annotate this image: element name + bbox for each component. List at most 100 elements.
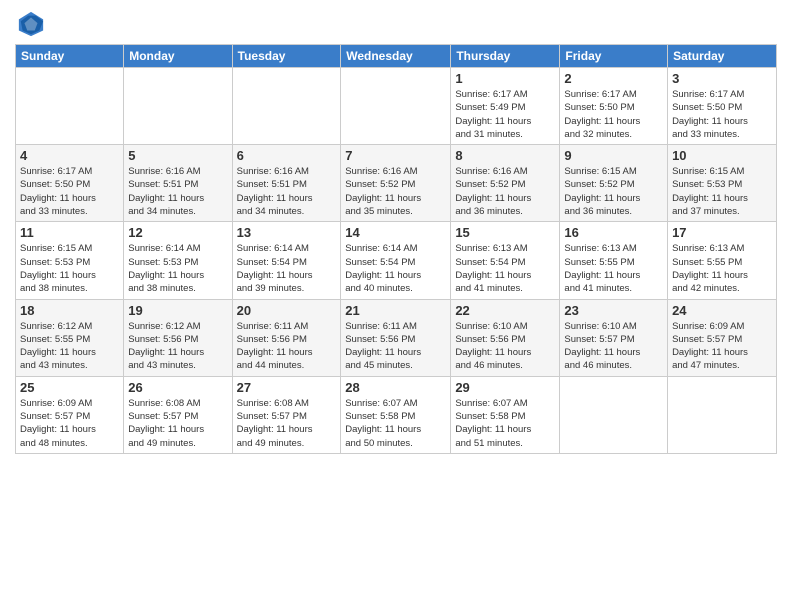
calendar-cell: 11Sunrise: 6:15 AM Sunset: 5:53 PM Dayli… <box>16 222 124 299</box>
calendar-cell <box>560 376 668 453</box>
calendar-cell: 8Sunrise: 6:16 AM Sunset: 5:52 PM Daylig… <box>451 145 560 222</box>
day-number: 19 <box>128 303 227 318</box>
calendar-cell: 27 Sunrise: 6:08 AM Sunset: 5:57 PM Dayli… <box>232 376 341 453</box>
day-number: 5 <box>128 148 227 163</box>
day-number: 12 <box>128 225 227 240</box>
calendar-cell: 14 Sunrise: 6:14 AM Sunset: 5:54 PM Dayli… <box>341 222 451 299</box>
day-number: 24 <box>672 303 772 318</box>
calendar-cell <box>232 68 341 145</box>
day-info: Sunrise: 6:13 AM Sunset: 5:54 PM Dayligh… <box>455 242 555 295</box>
day-info: Sunrise: 6:16 AM Sunset: 5:51 PM Dayligh… <box>128 165 227 218</box>
day-number: 1 <box>455 71 555 86</box>
calendar-cell: 2 Sunrise: 6:17 AM Sunset: 5:50 PM Daylig… <box>560 68 668 145</box>
day-number: 22 <box>455 303 555 318</box>
calendar-cell: 5 Sunrise: 6:16 AM Sunset: 5:51 PM Daylig… <box>124 145 232 222</box>
calendar-cell: 23 Sunrise: 6:10 AM Sunset: 5:57 PM Dayli… <box>560 299 668 376</box>
calendar-cell: 26 Sunrise: 6:08 AM Sunset: 5:57 PM Dayli… <box>124 376 232 453</box>
day-number: 16 <box>564 225 663 240</box>
day-info: Sunrise: 6:14 AM Sunset: 5:54 PM Dayligh… <box>345 242 446 295</box>
day-info: Sunrise: 6:10 AM Sunset: 5:56 PM Dayligh… <box>455 320 555 373</box>
day-info: Sunrise: 6:12 AM Sunset: 5:55 PM Dayligh… <box>20 320 119 373</box>
day-number: 28 <box>345 380 446 395</box>
day-info: Sunrise: 6:07 AM Sunset: 5:58 PM Dayligh… <box>455 397 555 450</box>
days-of-week-row: SundayMondayTuesdayWednesdayThursdayFrid… <box>16 45 777 68</box>
day-number: 21 <box>345 303 446 318</box>
day-info: Sunrise: 6:09 AM Sunset: 5:57 PM Dayligh… <box>20 397 119 450</box>
day-info: Sunrise: 6:11 AM Sunset: 5:56 PM Dayligh… <box>345 320 446 373</box>
calendar-week: 18 Sunrise: 6:12 AM Sunset: 5:55 PM Dayli… <box>16 299 777 376</box>
day-number: 14 <box>345 225 446 240</box>
calendar-cell: 28 Sunrise: 6:07 AM Sunset: 5:58 PM Dayli… <box>341 376 451 453</box>
dow-header: Tuesday <box>232 45 341 68</box>
calendar-cell: 15Sunrise: 6:13 AM Sunset: 5:54 PM Dayli… <box>451 222 560 299</box>
calendar-cell: 25 Sunrise: 6:09 AM Sunset: 5:57 PM Dayli… <box>16 376 124 453</box>
calendar-cell <box>16 68 124 145</box>
calendar-cell: 24 Sunrise: 6:09 AM Sunset: 5:57 PM Dayli… <box>668 299 777 376</box>
day-info: Sunrise: 6:17 AM Sunset: 5:50 PM Dayligh… <box>564 88 663 141</box>
day-info: Sunrise: 6:11 AM Sunset: 5:56 PM Dayligh… <box>237 320 337 373</box>
calendar-cell <box>341 68 451 145</box>
day-number: 27 <box>237 380 337 395</box>
day-info: Sunrise: 6:14 AM Sunset: 5:53 PM Dayligh… <box>128 242 227 295</box>
day-info: Sunrise: 6:12 AM Sunset: 5:56 PM Dayligh… <box>128 320 227 373</box>
calendar-cell: 16 Sunrise: 6:13 AM Sunset: 5:55 PM Dayli… <box>560 222 668 299</box>
header <box>15 10 777 38</box>
calendar-cell: 13 Sunrise: 6:14 AM Sunset: 5:54 PM Dayli… <box>232 222 341 299</box>
day-number: 23 <box>564 303 663 318</box>
day-info: Sunrise: 6:15 AM Sunset: 5:53 PM Dayligh… <box>672 165 772 218</box>
day-number: 13 <box>237 225 337 240</box>
calendar-cell: 21 Sunrise: 6:11 AM Sunset: 5:56 PM Dayli… <box>341 299 451 376</box>
calendar-week: 4Sunrise: 6:17 AM Sunset: 5:50 PM Daylig… <box>16 145 777 222</box>
day-info: Sunrise: 6:17 AM Sunset: 5:50 PM Dayligh… <box>672 88 772 141</box>
day-info: Sunrise: 6:17 AM Sunset: 5:50 PM Dayligh… <box>20 165 119 218</box>
calendar-cell: 19 Sunrise: 6:12 AM Sunset: 5:56 PM Dayli… <box>124 299 232 376</box>
day-number: 11 <box>20 225 119 240</box>
day-number: 7 <box>345 148 446 163</box>
calendar-cell: 4Sunrise: 6:17 AM Sunset: 5:50 PM Daylig… <box>16 145 124 222</box>
calendar-cell: 12 Sunrise: 6:14 AM Sunset: 5:53 PM Dayli… <box>124 222 232 299</box>
calendar-week: 11Sunrise: 6:15 AM Sunset: 5:53 PM Dayli… <box>16 222 777 299</box>
day-info: Sunrise: 6:16 AM Sunset: 5:52 PM Dayligh… <box>345 165 446 218</box>
day-info: Sunrise: 6:08 AM Sunset: 5:57 PM Dayligh… <box>237 397 337 450</box>
day-info: Sunrise: 6:07 AM Sunset: 5:58 PM Dayligh… <box>345 397 446 450</box>
day-number: 20 <box>237 303 337 318</box>
day-number: 9 <box>564 148 663 163</box>
day-number: 10 <box>672 148 772 163</box>
dow-header: Monday <box>124 45 232 68</box>
calendar-cell: 29Sunrise: 6:07 AM Sunset: 5:58 PM Dayli… <box>451 376 560 453</box>
calendar-body: 1 Sunrise: 6:17 AM Sunset: 5:49 PM Daylig… <box>16 68 777 454</box>
day-info: Sunrise: 6:13 AM Sunset: 5:55 PM Dayligh… <box>564 242 663 295</box>
calendar-cell: 20 Sunrise: 6:11 AM Sunset: 5:56 PM Dayli… <box>232 299 341 376</box>
calendar-cell: 6Sunrise: 6:16 AM Sunset: 5:51 PM Daylig… <box>232 145 341 222</box>
day-info: Sunrise: 6:14 AM Sunset: 5:54 PM Dayligh… <box>237 242 337 295</box>
day-info: Sunrise: 6:17 AM Sunset: 5:49 PM Dayligh… <box>455 88 555 141</box>
calendar-cell: 7 Sunrise: 6:16 AM Sunset: 5:52 PM Daylig… <box>341 145 451 222</box>
day-number: 25 <box>20 380 119 395</box>
calendar-cell: 1 Sunrise: 6:17 AM Sunset: 5:49 PM Daylig… <box>451 68 560 145</box>
calendar-week: 1 Sunrise: 6:17 AM Sunset: 5:49 PM Daylig… <box>16 68 777 145</box>
calendar-cell <box>668 376 777 453</box>
logo <box>15 10 45 38</box>
day-info: Sunrise: 6:10 AM Sunset: 5:57 PM Dayligh… <box>564 320 663 373</box>
day-number: 3 <box>672 71 772 86</box>
dow-header: Sunday <box>16 45 124 68</box>
day-info: Sunrise: 6:16 AM Sunset: 5:52 PM Dayligh… <box>455 165 555 218</box>
day-number: 2 <box>564 71 663 86</box>
day-number: 6 <box>237 148 337 163</box>
dow-header: Thursday <box>451 45 560 68</box>
day-number: 17 <box>672 225 772 240</box>
day-info: Sunrise: 6:15 AM Sunset: 5:52 PM Dayligh… <box>564 165 663 218</box>
calendar-cell: 9 Sunrise: 6:15 AM Sunset: 5:52 PM Daylig… <box>560 145 668 222</box>
day-number: 26 <box>128 380 227 395</box>
dow-header: Saturday <box>668 45 777 68</box>
dow-header: Friday <box>560 45 668 68</box>
calendar-week: 25 Sunrise: 6:09 AM Sunset: 5:57 PM Dayli… <box>16 376 777 453</box>
day-info: Sunrise: 6:08 AM Sunset: 5:57 PM Dayligh… <box>128 397 227 450</box>
calendar-cell <box>124 68 232 145</box>
logo-icon <box>17 10 45 38</box>
day-info: Sunrise: 6:13 AM Sunset: 5:55 PM Dayligh… <box>672 242 772 295</box>
day-info: Sunrise: 6:09 AM Sunset: 5:57 PM Dayligh… <box>672 320 772 373</box>
day-number: 18 <box>20 303 119 318</box>
calendar-cell: 18 Sunrise: 6:12 AM Sunset: 5:55 PM Dayli… <box>16 299 124 376</box>
dow-header: Wednesday <box>341 45 451 68</box>
